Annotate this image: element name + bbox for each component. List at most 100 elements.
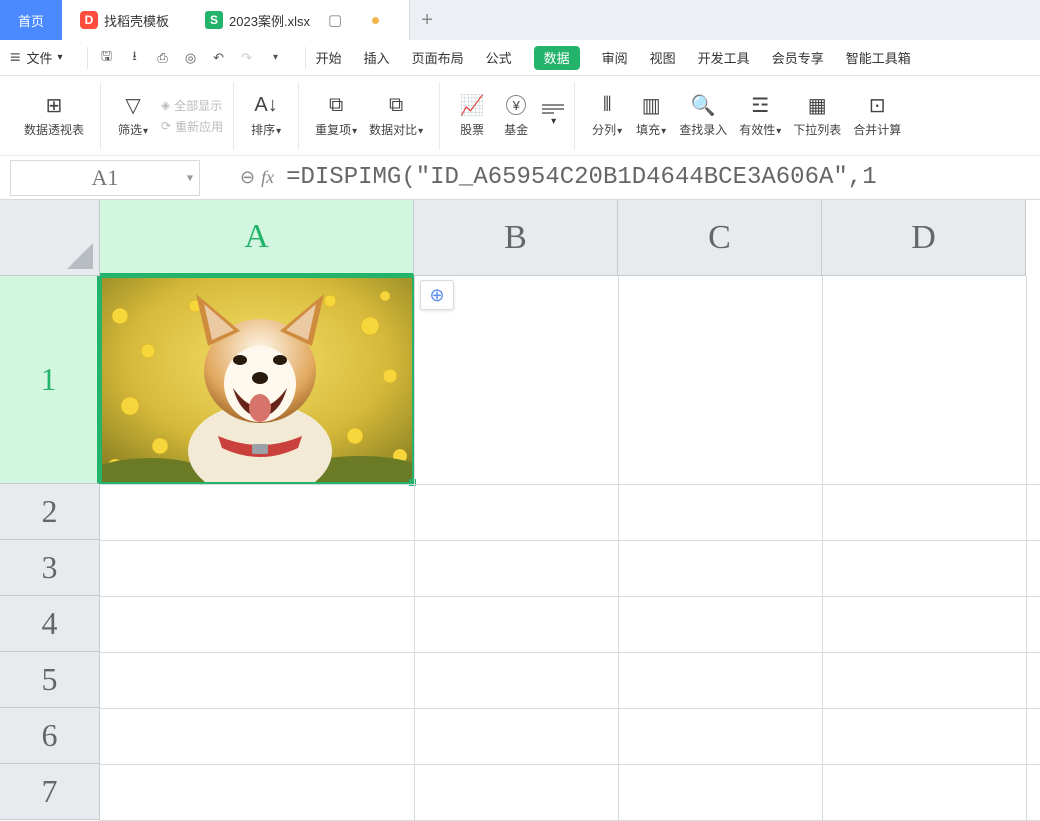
column-headers: ABCD [100, 200, 1040, 276]
column-header-D[interactable]: D [822, 200, 1026, 276]
formula-bar: A1 ▾ ⊖ fx =DISPIMG("ID_A65954C20B1D4644B… [0, 156, 1040, 200]
dropdown-list-button[interactable]: ▦ 下拉列表 [787, 93, 847, 138]
ribbon-tab-5[interactable]: 审阅 [602, 40, 628, 75]
ribbon-tab-4[interactable]: 数据 [534, 46, 580, 70]
ribbon: ⊞ 数据透视表 ▽ 筛选▾ ◈全部显示 ⟳重新应用 A↓ 排序▾ ⧉ 重复项▾ … [0, 76, 1040, 156]
zoom-in-icon: ⊕ [429, 285, 444, 306]
title-tabstrip: 首页 D 找稻壳模板 S 2023案例.xlsx ▢ + [0, 0, 1040, 40]
tab-file-label: 2023案例.xlsx [229, 11, 310, 30]
gridline [100, 652, 1040, 653]
plus-icon: + [421, 9, 433, 32]
row-header-5[interactable]: 5 [0, 652, 100, 708]
row-header-3[interactable]: 3 [0, 540, 100, 596]
tab-home-label: 首页 [18, 11, 44, 30]
preview-icon[interactable]: ◎ [182, 49, 200, 67]
row-headers: 1234567 [0, 276, 100, 820]
chevron-down-icon: ▾ [58, 52, 63, 63]
ribbon-tab-8[interactable]: 会员专享 [772, 40, 824, 75]
show-all-button[interactable]: ◈全部显示 [161, 97, 223, 114]
merge-icon: ⊡ [869, 93, 886, 117]
show-all-icon: ◈ [161, 98, 170, 112]
spreadsheet-grid: ABCD 1234567 [0, 200, 1040, 820]
cells-area[interactable]: ⊕ [100, 276, 1040, 820]
qat-more-icon[interactable]: ▾ [267, 49, 285, 67]
gridline [100, 708, 1040, 709]
validity-icon: ☲ [751, 93, 769, 117]
divider [305, 47, 306, 69]
datatype-more[interactable]: ▾ [542, 104, 564, 127]
ribbon-tab-2[interactable]: 页面布局 [412, 40, 464, 75]
split-column-button[interactable]: ⫴ 分列▾ [585, 93, 629, 138]
undo-icon[interactable]: ↶ [210, 49, 228, 67]
dedup-button[interactable]: ⧉ 重复项▾ [309, 93, 363, 138]
split-icon: ⫴ [603, 93, 611, 117]
tab-file-status: ▢ [316, 11, 391, 29]
fill-button[interactable]: ▥ 填充▾ [629, 93, 673, 138]
ribbon-tab-9[interactable]: 智能工具箱 [846, 40, 911, 75]
reapply-icon: ⟳ [161, 119, 171, 133]
row-header-7[interactable]: 7 [0, 764, 100, 820]
divider [87, 47, 88, 69]
row-header-6[interactable]: 6 [0, 708, 100, 764]
file-menu[interactable]: 文件 ▾ [27, 48, 63, 67]
hamburger-icon[interactable]: ≡ [10, 47, 21, 68]
ribbon-tab-3[interactable]: 公式 [486, 40, 512, 75]
column-header-C[interactable]: C [618, 200, 822, 276]
dropdown-icon: ▦ [808, 93, 827, 117]
save-icon[interactable]: 🖫 [98, 49, 116, 67]
export-icon[interactable]: ⭳ [126, 49, 144, 67]
ribbon-tab-6[interactable]: 视图 [650, 40, 676, 75]
fx-icon[interactable]: fx [261, 167, 274, 188]
ribbon-tab-1[interactable]: 插入 [364, 40, 390, 75]
gridline [100, 764, 1040, 765]
active-cell-border [100, 276, 414, 484]
chevron-down-icon: ▾ [551, 116, 556, 127]
new-tab-button[interactable]: + [410, 0, 444, 40]
list-icon [542, 104, 564, 114]
tab-template[interactable]: D 找稻壳模板 [62, 0, 187, 40]
find-entry-button[interactable]: 🔍 查找录入 [673, 93, 733, 138]
gridline [618, 276, 619, 820]
redo-icon[interactable]: ↷ [238, 49, 256, 67]
validity-button[interactable]: ☲ 有效性▾ [733, 93, 787, 138]
tab-template-label: 找稻壳模板 [104, 11, 169, 30]
select-all-icon [67, 243, 93, 269]
fund-button[interactable]: ¥ 基金 [494, 93, 538, 138]
filter-button[interactable]: ▽ 筛选▾ [111, 93, 155, 138]
stock-button[interactable]: 📈 股票 [450, 93, 494, 138]
tab-current-file[interactable]: S 2023案例.xlsx ▢ [187, 0, 410, 40]
name-box[interactable]: A1 ▾ [10, 160, 200, 196]
gridline [100, 540, 1040, 541]
sort-button[interactable]: A↓ 排序▾ [244, 93, 288, 138]
row-header-1[interactable]: 1 [0, 276, 100, 484]
image-zoom-button[interactable]: ⊕ [420, 280, 454, 310]
row-header-4[interactable]: 4 [0, 596, 100, 652]
data-compare-button[interactable]: ⧉ 数据对比▾ [363, 93, 429, 138]
gridline [100, 484, 1040, 485]
sort-icon: A↓ [254, 93, 277, 117]
select-all-corner[interactable] [0, 200, 100, 276]
spreadsheet-icon: S [205, 11, 223, 29]
reapply-button[interactable]: ⟳重新应用 [161, 118, 223, 135]
row-header-2[interactable]: 2 [0, 484, 100, 540]
ribbon-tab-7[interactable]: 开发工具 [698, 40, 750, 75]
gridline [1026, 276, 1027, 820]
docer-icon: D [80, 11, 98, 29]
fund-icon: ¥ [506, 93, 526, 117]
column-header-B[interactable]: B [414, 200, 618, 276]
unsaved-dot-icon [372, 17, 379, 24]
formula-input[interactable]: =DISPIMG("ID_A65954C20B1D4644BCE3A606A",… [274, 164, 1040, 191]
chevron-down-icon[interactable]: ▾ [187, 170, 193, 185]
display-mode-icon[interactable]: ▢ [328, 11, 342, 29]
fill-icon: ▥ [642, 93, 661, 117]
print-icon[interactable]: ⎙ [154, 49, 172, 67]
tab-home[interactable]: 首页 [0, 0, 62, 40]
ribbon-tab-0[interactable]: 开始 [316, 40, 342, 75]
merge-calc-button[interactable]: ⊡ 合并计算 [847, 93, 907, 138]
stock-icon: 📈 [460, 93, 485, 117]
pivot-table-button[interactable]: ⊞ 数据透视表 [18, 93, 90, 138]
funnel-icon: ▽ [125, 93, 140, 117]
zoom-out-icon[interactable]: ⊖ [240, 167, 255, 188]
column-header-A[interactable]: A [100, 200, 414, 276]
quick-access-toolbar: 🖫 ⭳ ⎙ ◎ ↶ ↷ ▾ [98, 49, 285, 67]
